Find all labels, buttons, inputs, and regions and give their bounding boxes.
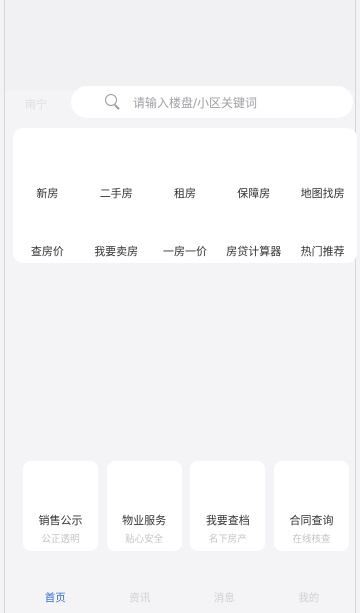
- tab-profile[interactable]: 我的: [267, 582, 352, 610]
- search-icon: [105, 94, 121, 110]
- card-title: 销售公示: [38, 514, 83, 527]
- menu-item-sell-house[interactable]: 我要卖房: [82, 243, 151, 259]
- menu-item-mortgage-calculator[interactable]: 房贷计算器: [219, 243, 288, 259]
- app-frame: 南宁 请输入楼盘/小区关键词 新房 二手房 租房 保障房 地图找房 查房价 我要…: [4, 0, 357, 613]
- tab-home[interactable]: 首页: [13, 582, 98, 610]
- menu-item-hot-recommend[interactable]: 热门推荐: [288, 243, 357, 259]
- card-contract-query[interactable]: 合同查询 在线核查: [273, 461, 349, 551]
- card-subtitle: 名下房产: [208, 534, 247, 545]
- card-title: 我要查档: [205, 514, 250, 527]
- card-subtitle: 公正透明: [41, 534, 80, 545]
- card-title: 物业服务: [122, 514, 167, 527]
- card-subtitle: 在线核查: [292, 534, 331, 545]
- card-title: 合同查询: [289, 514, 334, 527]
- tab-news[interactable]: 资讯: [98, 582, 183, 610]
- tab-messages[interactable]: 消息: [182, 582, 267, 610]
- card-sales-disclosure[interactable]: 销售公示 公正透明: [23, 461, 98, 551]
- service-grid-row-1: 新房 二手房 租房 保障房 地图找房: [13, 185, 357, 201]
- card-property-service[interactable]: 物业服务 贴心安全: [106, 461, 182, 551]
- search-placeholder: 请输入楼盘/小区关键词: [133, 95, 258, 110]
- feature-cards: 销售公示 公正透明 物业服务 贴心安全 我要查档 名下房产 合同查询 在线核查: [23, 461, 349, 551]
- menu-item-second-hand[interactable]: 二手房: [82, 185, 151, 201]
- card-subtitle: 贴心安全: [125, 534, 164, 545]
- menu-item-one-house-one-price[interactable]: 一房一价: [151, 243, 220, 259]
- menu-item-check-price[interactable]: 查房价: [13, 243, 82, 259]
- city-selector[interactable]: 南宁: [25, 96, 47, 112]
- header-background: [5, 0, 355, 90]
- service-grid-row-2: 查房价 我要卖房 一房一价 房贷计算器 热门推荐: [13, 243, 357, 259]
- menu-item-map-search[interactable]: 地图找房: [288, 185, 357, 201]
- card-check-records[interactable]: 我要查档 名下房产: [190, 461, 266, 551]
- menu-item-new-house[interactable]: 新房: [13, 185, 82, 201]
- menu-item-affordable-housing[interactable]: 保障房: [219, 185, 288, 201]
- search-bar[interactable]: 请输入楼盘/小区关键词: [71, 86, 353, 118]
- menu-item-rent[interactable]: 租房: [151, 185, 220, 201]
- service-grid: 新房 二手房 租房 保障房 地图找房 查房价 我要卖房 一房一价 房贷计算器 热…: [13, 128, 357, 263]
- bottom-tab-bar: 首页 资讯 消息 我的: [13, 582, 351, 610]
